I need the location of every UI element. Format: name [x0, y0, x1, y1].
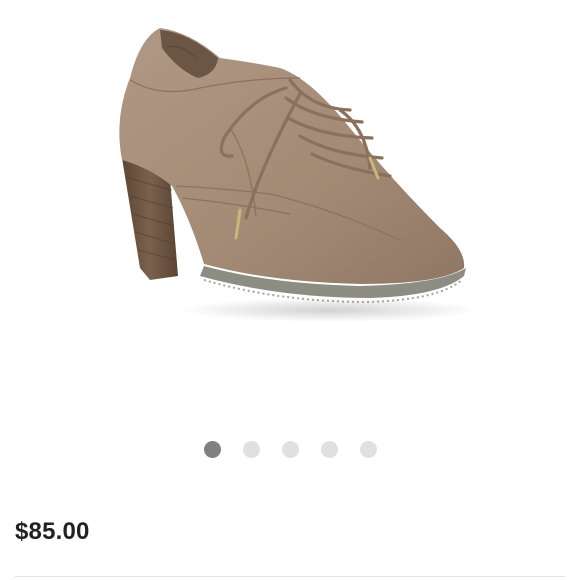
- carousel-dot-5[interactable]: [359, 441, 377, 458]
- carousel-dot-4[interactable]: [320, 441, 338, 458]
- shoe-shadow: [180, 298, 480, 322]
- carousel-indicator: [0, 441, 580, 458]
- divider: [15, 576, 565, 577]
- product-price: $85.00: [15, 518, 90, 545]
- carousel-dot-1[interactable]: [203, 441, 221, 458]
- carousel-dot-3[interactable]: [281, 441, 299, 458]
- product-image[interactable]: [100, 18, 480, 328]
- carousel-dot-2[interactable]: [242, 441, 260, 458]
- product-screen: $85.00: [0, 0, 580, 580]
